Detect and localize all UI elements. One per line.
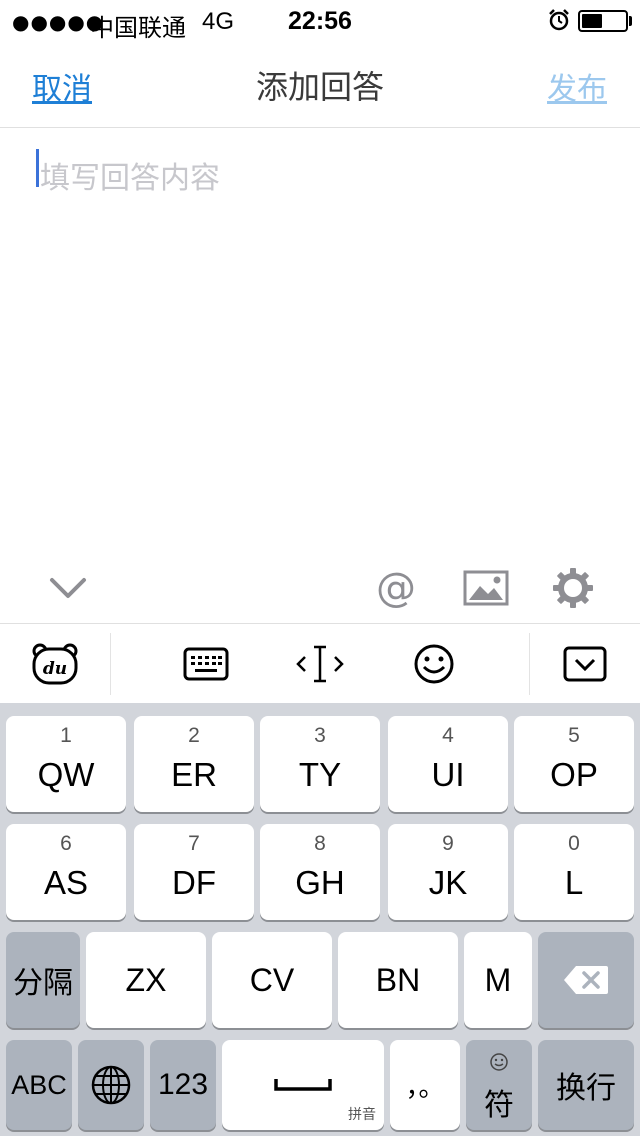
key-letters: DF: [172, 864, 216, 901]
key-letters: M: [484, 961, 512, 998]
insert-image-button[interactable]: [456, 558, 516, 618]
alarm-icon: [549, 9, 569, 31]
battery-icon: [578, 10, 628, 32]
nav-bar: 取消 添加回答 发布: [0, 40, 640, 128]
chevron-down-icon: [50, 578, 86, 598]
text-caret: [36, 149, 39, 187]
separator-label: 分隔: [13, 966, 73, 1001]
key-letters: GH: [295, 864, 345, 901]
ime-divider: [110, 633, 111, 695]
answer-editor[interactable]: 填写回答内容: [0, 129, 640, 549]
keyboard-switch-button[interactable]: [176, 635, 236, 693]
publish-button[interactable]: 发布: [547, 64, 607, 108]
answer-placeholder: 填写回答内容: [40, 161, 220, 196]
key-letters: AS: [43, 864, 89, 901]
numbers-key[interactable]: 123: [150, 1040, 216, 1130]
abc-label: ABC: [11, 1069, 67, 1100]
key-number: 9: [442, 832, 454, 855]
clock: 22:56: [288, 7, 352, 35]
key-zx[interactable]: ZX: [86, 932, 206, 1028]
key-number: 8: [314, 832, 326, 855]
cursor-move-button[interactable]: [290, 635, 350, 693]
key-number: 6: [60, 832, 72, 855]
key-letters: TY: [298, 756, 342, 793]
globe-key[interactable]: [78, 1040, 144, 1130]
key-ui[interactable]: 4 UI: [388, 716, 508, 812]
numbers-label: 123: [157, 1068, 209, 1101]
symbol-label: 符: [484, 1088, 514, 1123]
key-number: 1: [60, 724, 72, 747]
key-df[interactable]: 7 DF: [134, 824, 254, 920]
globe-icon: [91, 1065, 131, 1105]
mention-button[interactable]: @: [366, 558, 426, 618]
symbol-key[interactable]: 符: [466, 1040, 532, 1130]
return-key[interactable]: 换行: [538, 1040, 634, 1130]
separator-key[interactable]: 分隔: [6, 932, 80, 1028]
key-letters: OP: [550, 756, 598, 793]
key-bn[interactable]: BN: [338, 932, 458, 1028]
key-letters: L: [564, 864, 584, 901]
key-letters: JK: [428, 864, 468, 901]
abc-key[interactable]: ABC: [6, 1040, 72, 1130]
key-letters: UI: [431, 756, 465, 793]
key-letters: CV: [249, 961, 295, 998]
key-op[interactable]: 5 OP: [514, 716, 634, 812]
ime-logo-button[interactable]: du: [25, 635, 85, 693]
key-qw[interactable]: 1 QW: [6, 716, 126, 812]
key-number: 3: [314, 724, 326, 747]
return-label: 换行: [556, 1071, 616, 1106]
key-letters: ZX: [125, 961, 167, 998]
key-number: 2: [188, 724, 200, 747]
text-cursor-icon: [296, 645, 344, 683]
svg-text:du: du: [43, 659, 67, 679]
at-icon: @: [376, 565, 416, 611]
collapse-box-icon: [563, 646, 607, 682]
battery-tip: [629, 16, 632, 26]
key-jk[interactable]: 9 JK: [388, 824, 508, 920]
collapse-keyboard-button[interactable]: [38, 558, 98, 618]
settings-button[interactable]: [543, 558, 603, 618]
key-m[interactable]: M: [464, 932, 532, 1028]
key-number: 4: [442, 724, 454, 747]
ime-divider: [529, 633, 530, 695]
key-cv[interactable]: CV: [212, 932, 332, 1028]
key-letters: ER: [171, 756, 217, 793]
key-gh[interactable]: 8 GH: [260, 824, 380, 920]
space-icon: [274, 1079, 332, 1091]
backspace-icon: [564, 966, 608, 994]
status-bar: ●●●●● 中国联通 4G 22:56: [0, 0, 640, 42]
key-ty[interactable]: 3 TY: [260, 716, 380, 812]
space-key[interactable]: 拼音: [222, 1040, 384, 1130]
backspace-key[interactable]: [538, 932, 634, 1028]
punctuation-label: ，。: [405, 1072, 445, 1103]
keyboard-icon: [183, 647, 229, 681]
space-sublabel: 拼音: [348, 1107, 376, 1123]
emoji-button[interactable]: [404, 635, 464, 693]
key-number: 5: [568, 724, 580, 747]
key-er[interactable]: 2 ER: [134, 716, 254, 812]
punctuation-key[interactable]: ，。: [390, 1040, 460, 1130]
key-letters: BN: [375, 961, 421, 998]
editor-toolbar: @: [0, 552, 640, 624]
keyboard: 1 QW 2 ER 3 TY 4 UI 5 OP 6 AS 7 DF 8 GH …: [0, 703, 640, 1136]
image-icon: [463, 570, 509, 606]
ime-toolbar: du: [0, 625, 640, 703]
smiley-icon: [414, 644, 454, 684]
gear-icon: [553, 568, 593, 608]
baidu-bear-icon: du: [32, 643, 78, 685]
key-as[interactable]: 6 AS: [6, 824, 126, 920]
key-number: 0: [568, 832, 580, 855]
smiley-icon: [490, 1053, 508, 1071]
page-title: 添加回答: [255, 68, 384, 106]
key-letters: QW: [37, 756, 95, 793]
key-number: 7: [188, 832, 200, 855]
hide-keyboard-button[interactable]: [555, 635, 615, 693]
key-l[interactable]: 0 L: [514, 824, 634, 920]
